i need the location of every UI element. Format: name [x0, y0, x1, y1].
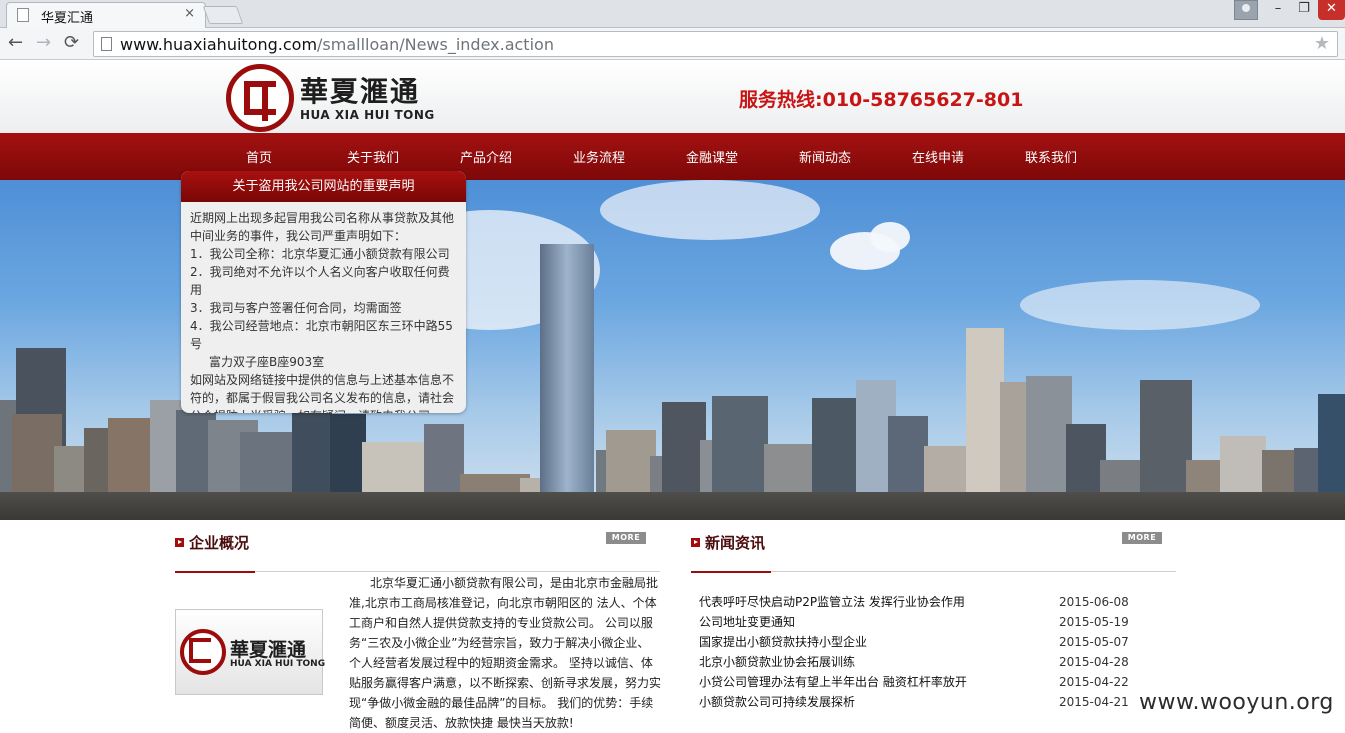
nav-apply-online[interactable]: 在线申请	[912, 147, 964, 166]
notice-item: 2．我司绝对不允许以个人名义向客户收取任何费用	[190, 265, 450, 297]
bookmark-star-icon[interactable]: ★	[1314, 33, 1330, 54]
about-section-title: 企业概况	[175, 532, 249, 553]
news-item[interactable]: 代表呼吁尽快启动P2P监管立法 发挥行业协会作用 2015-06-08	[699, 592, 1129, 612]
logo-english-name: HUA XIA HUI TONG	[300, 108, 435, 122]
page-icon	[17, 8, 29, 22]
nav-news[interactable]: 新闻动态	[799, 147, 851, 166]
news-item-date: 2015-04-22	[1059, 675, 1129, 689]
about-logo-chinese-name: 華夏滙通	[230, 639, 307, 661]
address-bar[interactable]: www.huaxiahuitong.com/smallloan/News_ind…	[93, 31, 1338, 57]
logo-emblem	[226, 64, 294, 132]
about-company-logo: 華夏滙通 HUA XIA HUI TONG	[175, 609, 326, 695]
reload-icon[interactable]: ⟳	[64, 32, 79, 53]
tab-title: 华夏汇通	[41, 11, 94, 26]
service-hotline: 服务热线:010-58765627-801	[739, 89, 1024, 111]
restore-button[interactable]: ❐	[1291, 0, 1317, 20]
new-tab-button[interactable]	[202, 6, 244, 24]
about-company-text: 北京华夏汇通小额贷款有限公司，是由北京市金融局批准,北京市工商局核准登记，向北京…	[349, 576, 662, 730]
nav-about-us[interactable]: 关于我们	[347, 147, 399, 166]
nav-contact-us[interactable]: 联系我们	[1025, 147, 1077, 166]
about-logo-english-name: HUA XIA HUI TONG	[230, 659, 326, 669]
minimize-button[interactable]: –	[1265, 0, 1291, 20]
page-icon	[101, 37, 112, 51]
url-path: /smallloan/News_index.action	[317, 35, 554, 54]
url-text[interactable]: www.huaxiahuitong.com/smallloan/News_ind…	[120, 35, 554, 54]
news-item-title[interactable]: 小贷公司管理办法有望上半年出台 融资杠杆率放开	[699, 672, 967, 692]
nav-products[interactable]: 产品介绍	[460, 147, 512, 166]
news-item-title[interactable]: 公司地址变更通知	[699, 612, 795, 632]
user-profile-icon[interactable]	[1234, 0, 1258, 20]
notice-item: 1．我公司全称：北京华夏汇通小额贷款有限公司	[190, 247, 450, 261]
news-item[interactable]: 北京小额贷款业协会拓展训练 2015-04-28	[699, 652, 1129, 672]
tab-close-icon[interactable]: ×	[184, 6, 195, 21]
news-list: 代表呼吁尽快启动P2P监管立法 发挥行业协会作用 2015-06-08 公司地址变…	[699, 592, 1129, 712]
news-item-title[interactable]: 北京小额贷款业协会拓展训练	[699, 652, 855, 672]
news-title-text: 新闻资讯	[705, 534, 766, 552]
nav-business-process[interactable]: 业务流程	[573, 147, 625, 166]
news-item-title[interactable]: 国家提出小额贷款扶持小型企业	[699, 632, 867, 652]
news-section-title: 新闻资讯	[691, 532, 765, 553]
news-item-title[interactable]: 小额贷款公司可持续发展探析	[699, 692, 855, 712]
notice-outro: 如网站及网络链接中提供的信息与上述基本信息不符的，都属于假冒我公司名义发布的信息…	[190, 373, 455, 413]
divider-accent	[691, 571, 771, 573]
browser-toolbar: ← → ⟳ www.huaxiahuitong.com/smallloan/Ne…	[0, 28, 1345, 60]
back-arrow-icon[interactable]: ←	[8, 32, 23, 53]
logo-chinese-name: 華夏滙通	[300, 75, 421, 108]
news-item[interactable]: 公司地址变更通知 2015-05-19	[699, 612, 1129, 632]
notice-title: 关于盗用我公司网站的重要声明	[181, 171, 466, 202]
browser-tab-strip: 华夏汇通 × – ❐ ✕	[0, 0, 1345, 28]
news-item-date: 2015-05-19	[1059, 615, 1129, 629]
notice-item: 4．我公司经营地点：北京市朝阳区东三环中路55号	[190, 319, 453, 351]
news-item-date: 2015-04-21	[1059, 695, 1129, 709]
watermark: www.wooyun.org	[1139, 690, 1334, 715]
news-item-date: 2015-06-08	[1059, 595, 1129, 609]
notice-item-continued: 富力双子座B座903室	[209, 355, 325, 369]
notice-body: 近期网上出现多起冒用我公司名称从事贷款及其他中间业务的事件，我公司严重声明如下：…	[181, 202, 466, 413]
url-host: www.huaxiahuitong.com	[120, 35, 318, 54]
banner-ground	[0, 492, 1345, 520]
notice-popup: 关于盗用我公司网站的重要声明 近期网上出现多起冒用我公司名称从事贷款及其他中间业…	[181, 171, 466, 413]
about-more-button[interactable]: MORE	[606, 532, 646, 544]
arrow-bullet-icon	[175, 538, 184, 547]
news-item-title[interactable]: 代表呼吁尽快启动P2P监管立法 发挥行业协会作用	[699, 592, 965, 612]
news-more-button[interactable]: MORE	[1122, 532, 1162, 544]
about-title-text: 企业概况	[189, 534, 250, 552]
notice-item: 3．我司与客户签署任何合同，均需面签	[190, 301, 402, 315]
arrow-bullet-icon	[691, 538, 700, 547]
site-header: 華夏滙通 HUA XIA HUI TONG 服务热线:010-58765627-…	[0, 61, 1345, 133]
forward-arrow-icon[interactable]: →	[36, 32, 51, 53]
divider-accent	[175, 571, 255, 573]
close-window-button[interactable]: ✕	[1318, 0, 1345, 20]
nav-finance-class[interactable]: 金融课堂	[686, 147, 738, 166]
news-item[interactable]: 小额贷款公司可持续发展探析 2015-04-21	[699, 692, 1129, 712]
news-item[interactable]: 小贷公司管理办法有望上半年出台 融资杠杆率放开 2015-04-22	[699, 672, 1129, 692]
notice-intro: 近期网上出现多起冒用我公司名称从事贷款及其他中间业务的事件，我公司严重声明如下：	[190, 211, 455, 243]
browser-tab[interactable]: 华夏汇通 ×	[6, 2, 206, 28]
news-item-date: 2015-05-07	[1059, 635, 1129, 649]
site-logo[interactable]: 華夏滙通 HUA XIA HUI TONG	[226, 64, 436, 132]
news-item[interactable]: 国家提出小额贷款扶持小型企业 2015-05-07	[699, 632, 1129, 652]
news-item-date: 2015-04-28	[1059, 655, 1129, 669]
nav-home[interactable]: 首页	[246, 147, 272, 166]
